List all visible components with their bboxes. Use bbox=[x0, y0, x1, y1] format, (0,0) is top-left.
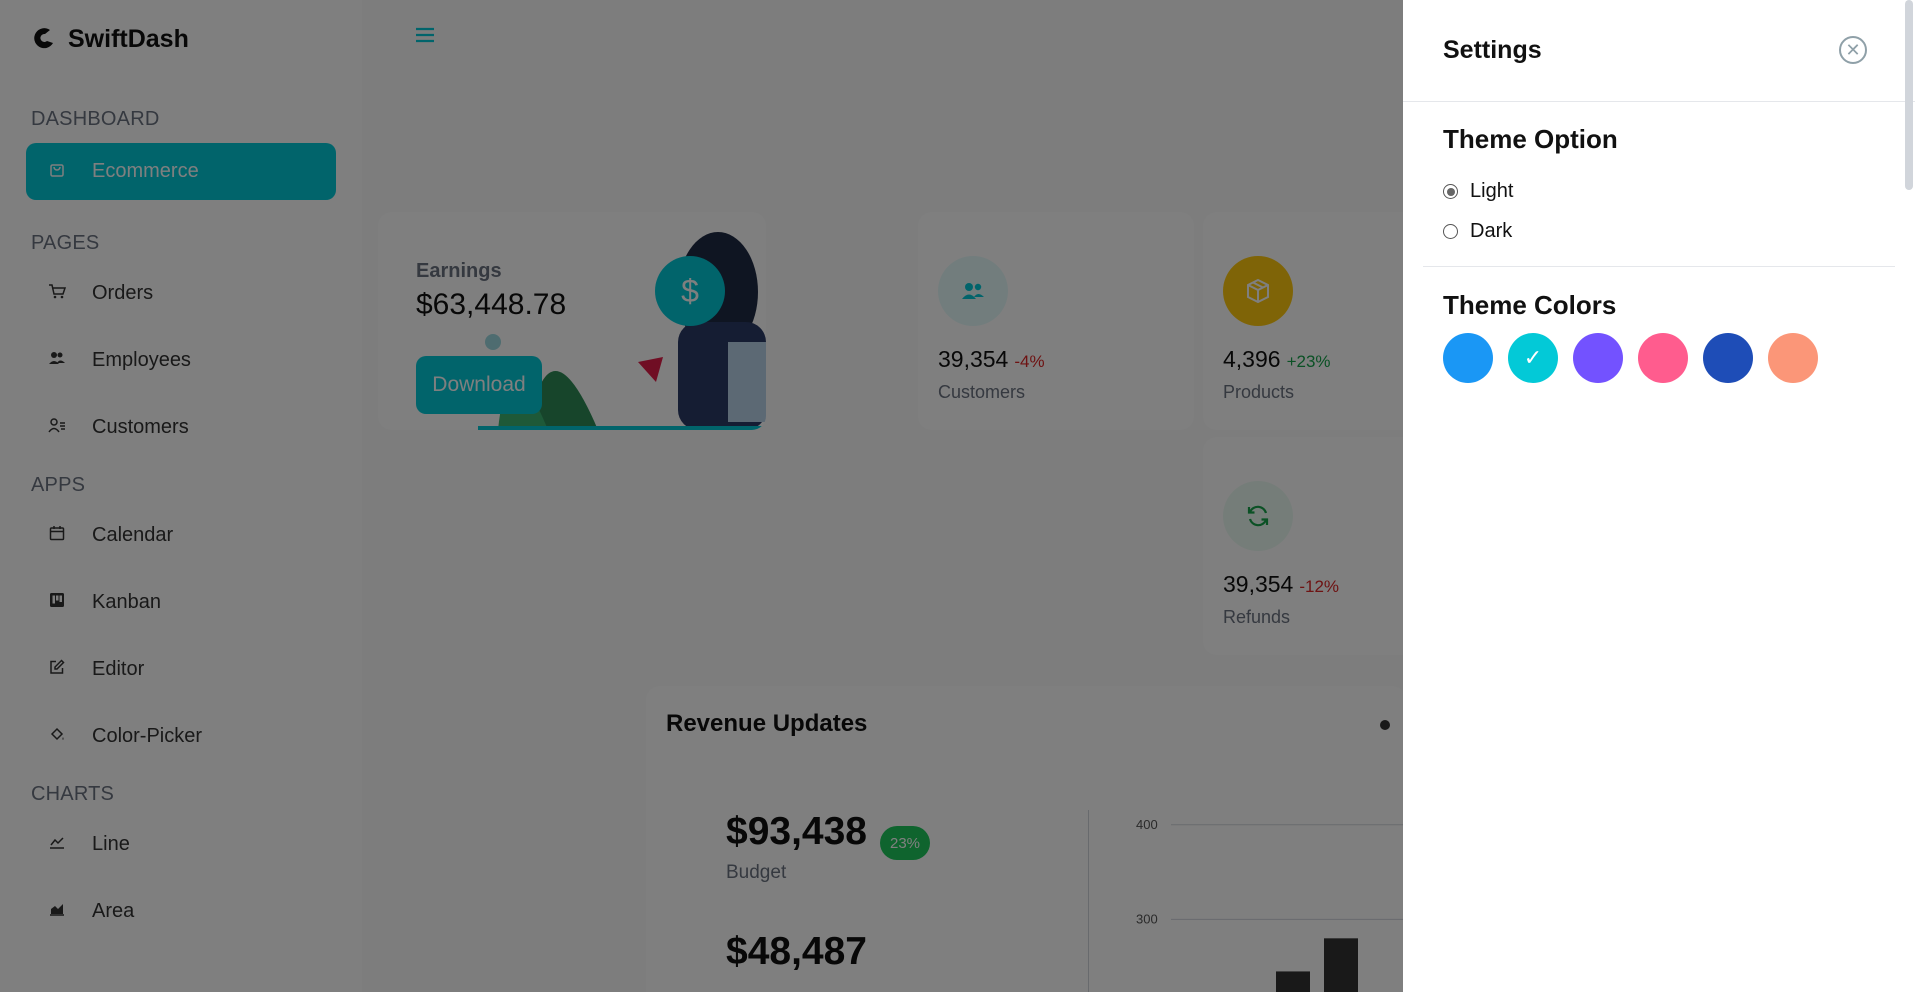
color-swatch[interactable] bbox=[1573, 333, 1623, 383]
scrollbar[interactable] bbox=[1905, 0, 1913, 190]
theme-option-dark[interactable]: Dark bbox=[1443, 220, 1512, 243]
color-swatch[interactable] bbox=[1703, 333, 1753, 383]
color-swatch[interactable] bbox=[1768, 333, 1818, 383]
radio-light[interactable] bbox=[1443, 184, 1458, 199]
color-swatch[interactable] bbox=[1443, 333, 1493, 383]
theme-option-light[interactable]: Light bbox=[1443, 180, 1513, 203]
settings-title: Settings bbox=[1443, 36, 1542, 64]
settings-header: Settings ✕ bbox=[1403, 0, 1915, 102]
radio-label: Dark bbox=[1470, 220, 1513, 242]
divider bbox=[1423, 266, 1895, 267]
radio-label: Light bbox=[1470, 180, 1514, 202]
theme-option-title: Theme Option bbox=[1443, 124, 1618, 154]
settings-panel: Settings ✕ Theme Option Light Dark Theme… bbox=[1403, 0, 1915, 992]
check-icon: ✓ bbox=[1523, 345, 1543, 370]
color-swatch[interactable]: ✓ bbox=[1508, 333, 1558, 383]
theme-colors-title: Theme Colors bbox=[1443, 290, 1617, 320]
color-swatch[interactable] bbox=[1638, 333, 1688, 383]
radio-dark[interactable] bbox=[1443, 224, 1458, 239]
close-icon[interactable]: ✕ bbox=[1839, 36, 1867, 64]
theme-color-swatches: ✓ bbox=[1443, 333, 1818, 383]
